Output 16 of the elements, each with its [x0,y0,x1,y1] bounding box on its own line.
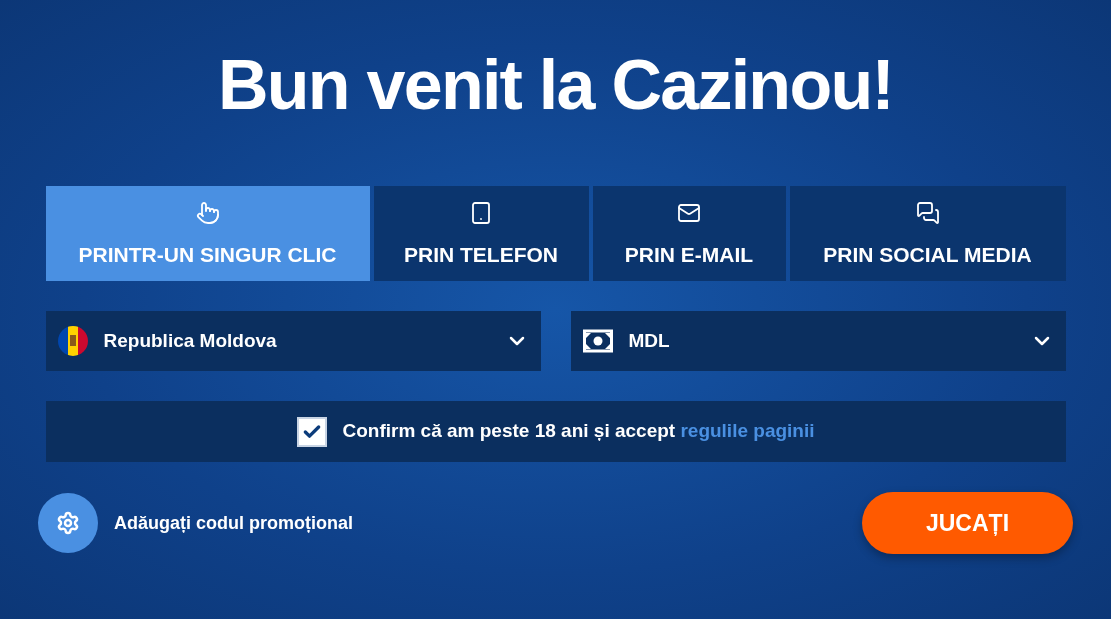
page-title: Bun venit la Cazinou! [218,45,893,126]
settings-icon [38,493,98,553]
agreement-text: Confirm că am peste 18 ani și accept [342,420,676,442]
flag-icon [57,326,88,356]
banknote-icon [582,329,613,353]
tab[interactable]: PRIN E-MAIL [592,186,786,281]
tablet-icon [469,200,493,225]
rules-link[interactable]: regulile paginii [680,420,815,442]
currency-select[interactable]: MDL [570,311,1066,371]
chat-icon [915,200,940,225]
checkbox[interactable] [296,416,327,447]
tab[interactable]: PRIN SOCIAL MEDIA [789,186,1066,281]
promo-code-button[interactable]: Adăugați codul promoțional [38,493,353,553]
country-select[interactable]: Republica Moldova [45,311,541,371]
pointer-icon [195,200,220,225]
tab[interactable]: PRIN TELEFON [373,186,589,281]
